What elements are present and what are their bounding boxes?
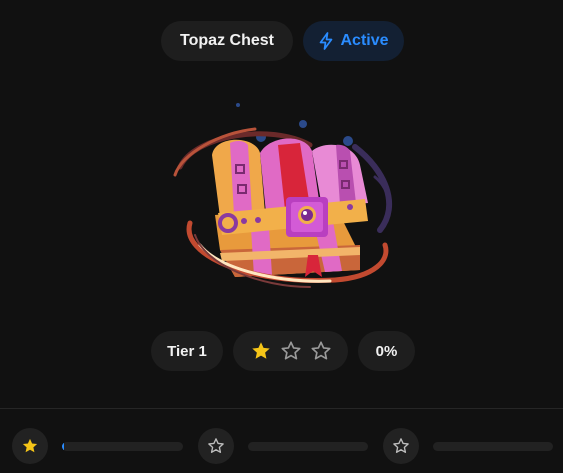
step-1-progress-fill (62, 442, 65, 451)
star-filled-icon (251, 342, 270, 359)
star-outline-icon (393, 438, 409, 453)
star-outline-icon (208, 438, 224, 453)
step-2-progress-track (248, 442, 368, 451)
divider (0, 408, 563, 409)
progress-percent: 0% (375, 342, 398, 360)
tier-label: Tier 1 (167, 342, 207, 360)
step-3-progress-track (433, 442, 553, 451)
status-badge: Active (303, 21, 404, 61)
star-outline-icon (280, 341, 301, 360)
star-rating (233, 331, 348, 371)
step-1-star (12, 428, 48, 464)
chest-title: Topaz Chest (180, 32, 274, 49)
lightning-bolt-icon (320, 32, 333, 50)
tier-badge: Tier 1 (151, 331, 223, 371)
progress-percent-badge: 0% (358, 331, 415, 371)
chest-title-badge: Topaz Chest (161, 21, 293, 61)
step-2-star (198, 428, 234, 464)
treasure-chest-illustration (160, 95, 405, 295)
step-1-progress-track (62, 442, 183, 451)
star-filled-icon (22, 438, 38, 453)
step-3-star (383, 428, 419, 464)
star-outline-icon (310, 341, 331, 360)
chest-detail-page: Topaz Chest Active Tier 1 0% (0, 0, 563, 473)
status-label: Active (340, 32, 389, 49)
